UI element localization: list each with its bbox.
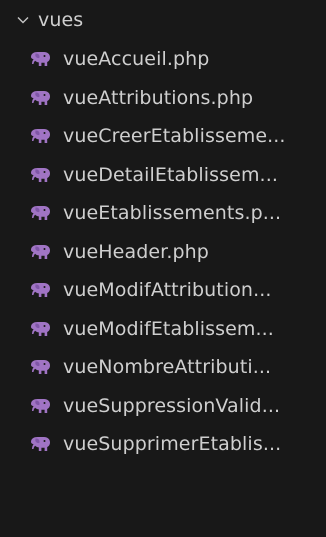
folder-label: vues: [38, 9, 84, 31]
file-label: vueSupprimerEtablis...: [63, 433, 282, 456]
php-elephant-icon: [29, 166, 51, 184]
file-item[interactable]: vueDetailEtablissem...: [0, 156, 326, 195]
chevron-down-icon[interactable]: [12, 9, 34, 31]
file-item[interactable]: vueHeader.php: [0, 233, 326, 272]
php-elephant-icon: [29, 50, 51, 68]
file-item[interactable]: vueNombreAttributi...: [0, 348, 326, 387]
php-elephant-icon: [29, 204, 51, 222]
file-label: vueEtablissements.p...: [63, 202, 282, 225]
file-item[interactable]: vueEtablissements.p...: [0, 194, 326, 233]
file-label: vueSuppressionValid...: [63, 394, 281, 417]
file-item[interactable]: vueAccueil.php: [0, 40, 326, 79]
file-item[interactable]: vueSupprimerEtablis...: [0, 425, 326, 464]
file-item[interactable]: vueCreerEtablisseme...: [0, 117, 326, 156]
php-elephant-icon: [29, 435, 51, 453]
php-elephant-icon: [29, 320, 51, 338]
file-item[interactable]: vueSuppressionValid...: [0, 387, 326, 426]
file-item[interactable]: vueModifEtablissem...: [0, 310, 326, 349]
file-label: vueNombreAttributi...: [63, 356, 272, 379]
explorer-tree: vues vueAccueil.php vueAttributions.php …: [0, 0, 326, 537]
file-list: vueAccueil.php vueAttributions.php vueCr…: [0, 40, 326, 464]
file-label: vueDetailEtablissem...: [63, 163, 278, 186]
php-elephant-icon: [29, 89, 51, 107]
file-label: vueModifAttribution...: [63, 279, 272, 302]
folder-vues[interactable]: vues: [0, 0, 326, 40]
php-elephant-icon: [29, 243, 51, 261]
file-label: vueAttributions.php: [63, 86, 254, 109]
file-label: vueAccueil.php: [63, 48, 210, 71]
file-label: vueCreerEtablisseme...: [63, 125, 286, 148]
php-elephant-icon: [29, 281, 51, 299]
file-item[interactable]: vueModifAttribution...: [0, 271, 326, 310]
file-item[interactable]: vueAttributions.php: [0, 79, 326, 118]
php-elephant-icon: [29, 397, 51, 415]
file-label: vueModifEtablissem...: [63, 317, 274, 340]
file-label: vueHeader.php: [63, 240, 209, 263]
php-elephant-icon: [29, 127, 51, 145]
php-elephant-icon: [29, 358, 51, 376]
